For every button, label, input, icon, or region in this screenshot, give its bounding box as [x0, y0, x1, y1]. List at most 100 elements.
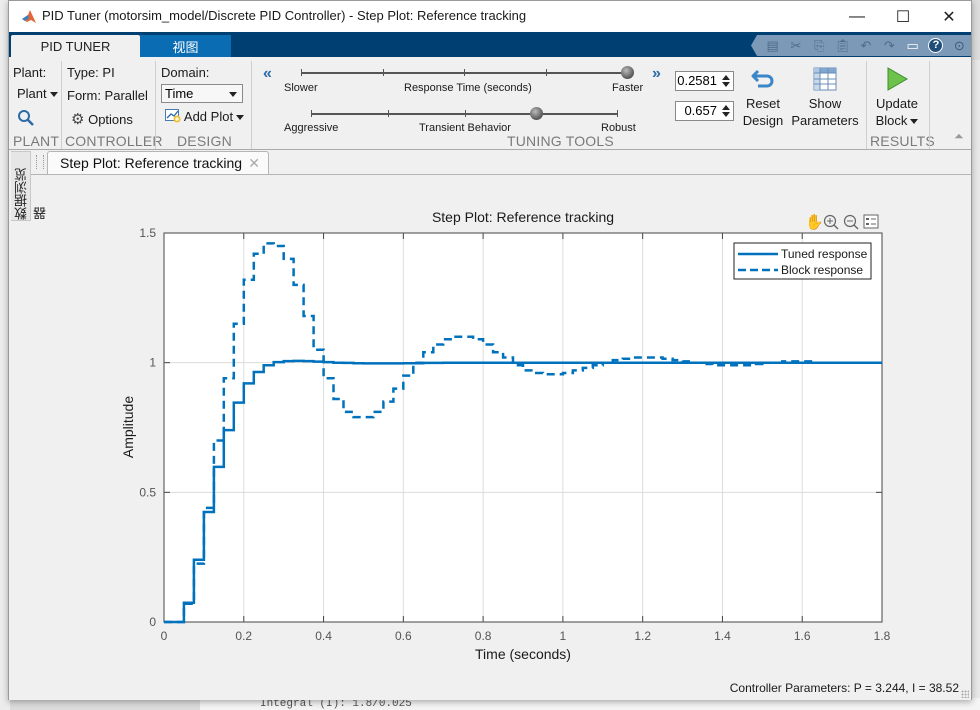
add-plot-label: Add Plot [183, 109, 234, 124]
document-tab-step-plot[interactable]: Step Plot: Reference tracking ✕ [47, 151, 269, 174]
group-separator [155, 61, 156, 149]
slider-tick [465, 110, 466, 117]
legend-label-tuned: Tuned response [781, 247, 868, 261]
group-label-results: RESULTS [870, 133, 935, 149]
chart-title: Step Plot: Reference tracking [432, 209, 614, 225]
title-bar: PID Tuner (motorsim_model/Discrete PID C… [9, 1, 971, 32]
resize-grip-icon[interactable] [961, 690, 969, 698]
slower-label: Slower [284, 82, 318, 94]
show-parameters-button[interactable]: Show Parameters [790, 67, 860, 129]
maximize-button[interactable]: ☐ [880, 1, 926, 32]
plant-dropdown-label: Plant [17, 86, 47, 101]
y-tick-label: 1.5 [139, 226, 156, 240]
ribbon-tab-bar: PID TUNER 视图 ▤ ✂ ⎘ 📋︎ ↶ ↷ ▭ ? ⊙ [9, 32, 971, 57]
chart-legend[interactable]: Tuned response Block response [733, 242, 872, 280]
plot-axes [163, 232, 883, 623]
window-layout-icon[interactable]: ▭ [901, 36, 924, 56]
group-separator [61, 61, 62, 149]
undo-icon[interactable]: ↶ [854, 36, 877, 56]
plant-inspect-icon[interactable] [17, 109, 35, 127]
reset-label-1: Reset [746, 96, 780, 111]
minimize-button[interactable]: — [834, 1, 880, 32]
close-tab-icon[interactable]: ✕ [248, 152, 260, 174]
add-plot-button[interactable]: Add Plot [165, 109, 245, 124]
group-separator [929, 61, 930, 149]
y-tick-label: 0 [149, 615, 156, 629]
plant-dropdown[interactable]: Plant [17, 86, 58, 101]
x-tick-label: 1 [560, 629, 567, 643]
cut-icon[interactable]: ✂ [784, 36, 807, 56]
save-icon[interactable]: ▤ [761, 36, 784, 56]
reset-design-button[interactable]: Reset Design [737, 67, 789, 129]
x-tick-label: 1.2 [634, 629, 651, 643]
window-title: PID Tuner (motorsim_model/Discrete PID C… [42, 8, 527, 23]
response-time-label: Response Time (seconds) [404, 82, 532, 94]
chevron-down-icon [910, 119, 919, 125]
y-tick-label: 0.5 [139, 485, 156, 499]
matlab-logo-icon [22, 10, 36, 23]
spinner-arrows-icon[interactable] [722, 75, 730, 87]
transient-behavior-slider-thumb[interactable] [530, 107, 543, 120]
domain-value: Time [165, 86, 194, 101]
domain-label: Domain: [161, 65, 210, 80]
group-separator [866, 61, 867, 149]
response-time-input[interactable]: 0.2581 [675, 71, 734, 91]
controller-parameters-status: Controller Parameters: P = 3.244, I = 38… [729, 681, 959, 695]
update-block-button[interactable]: Update Block [870, 67, 924, 129]
pan-icon[interactable]: ✋ [805, 213, 824, 231]
domain-dropdown[interactable]: Time [161, 84, 243, 103]
zoom-out-icon[interactable] [843, 214, 859, 230]
faster-label: Faster [612, 82, 644, 94]
plot-toolbar: ✋ [805, 213, 879, 231]
legend-icon[interactable] [863, 214, 879, 229]
controller-type: Type: PI [67, 65, 115, 80]
update-label-1: Update [876, 96, 918, 111]
pid-tuner-window: PID Tuner (motorsim_model/Discrete PID C… [8, 0, 972, 700]
spinner-arrows-icon[interactable] [722, 105, 730, 117]
faster-chevron-icon[interactable]: » [652, 65, 661, 83]
x-tick-label: 1.4 [714, 629, 731, 643]
chevron-down-icon [229, 92, 237, 97]
x-tick-label: 0.4 [315, 629, 332, 643]
group-label-controller: CONTROLLER [65, 133, 163, 149]
response-time-value: 0.2581 [677, 73, 717, 88]
more-icon[interactable]: ⊙ [948, 36, 971, 56]
transient-behavior-slider[interactable] [311, 107, 618, 120]
legend-label-block: Block response [781, 263, 863, 277]
drag-grip-icon[interactable] [36, 155, 44, 169]
chevron-down-icon [236, 115, 245, 121]
update-label-2: Block [875, 113, 908, 128]
transient-behavior-input[interactable]: 0.657 [675, 101, 734, 121]
copy-icon[interactable]: ⎘ [808, 36, 831, 56]
y-axis-label: Amplitude [120, 396, 136, 458]
help-icon[interactable]: ? [924, 36, 947, 56]
slider-tick [301, 69, 302, 76]
controller-form: Form: Parallel [67, 88, 148, 103]
x-tick-label: 1.8 [874, 629, 891, 643]
play-icon [887, 67, 908, 91]
group-label-tuning-tools: TUNING TOOLS [507, 133, 614, 149]
collapse-ribbon-icon[interactable]: ⏶ [954, 129, 964, 144]
quick-access-toolbar: ▤ ✂ ⎘ 📋︎ ↶ ↷ ▭ ? ⊙ [751, 35, 971, 56]
response-time-slider-thumb[interactable] [621, 66, 634, 79]
zoom-in-icon[interactable] [823, 214, 839, 230]
slider-tick [383, 69, 384, 76]
slider-tick [617, 110, 618, 117]
paste-icon[interactable]: 📋︎ [831, 36, 854, 56]
y-tick-label: 1 [149, 356, 156, 370]
document-area: 数据浏览器 Step Plot: Reference tracking ✕ St… [9, 151, 971, 700]
options-button[interactable]: ⚙ Options [71, 110, 133, 128]
redo-icon[interactable]: ↷ [878, 36, 901, 56]
document-tab-label: Step Plot: Reference tracking [60, 155, 243, 171]
ribbon-toolstrip: Plant: Plant PLANT Type: PI Form: Parall… [9, 57, 971, 150]
tab-view[interactable]: 视图 [140, 35, 231, 57]
plant-label: Plant: [13, 65, 47, 80]
undo-arrow-icon [751, 69, 774, 88]
group-separator [251, 61, 252, 149]
chevron-down-icon [49, 92, 58, 98]
slower-chevron-icon[interactable]: « [263, 65, 272, 83]
tab-pid-tuner[interactable]: PID TUNER [11, 35, 140, 57]
slider-tick [311, 110, 312, 117]
close-button[interactable]: ✕ [926, 1, 972, 32]
response-time-slider[interactable] [301, 66, 634, 79]
